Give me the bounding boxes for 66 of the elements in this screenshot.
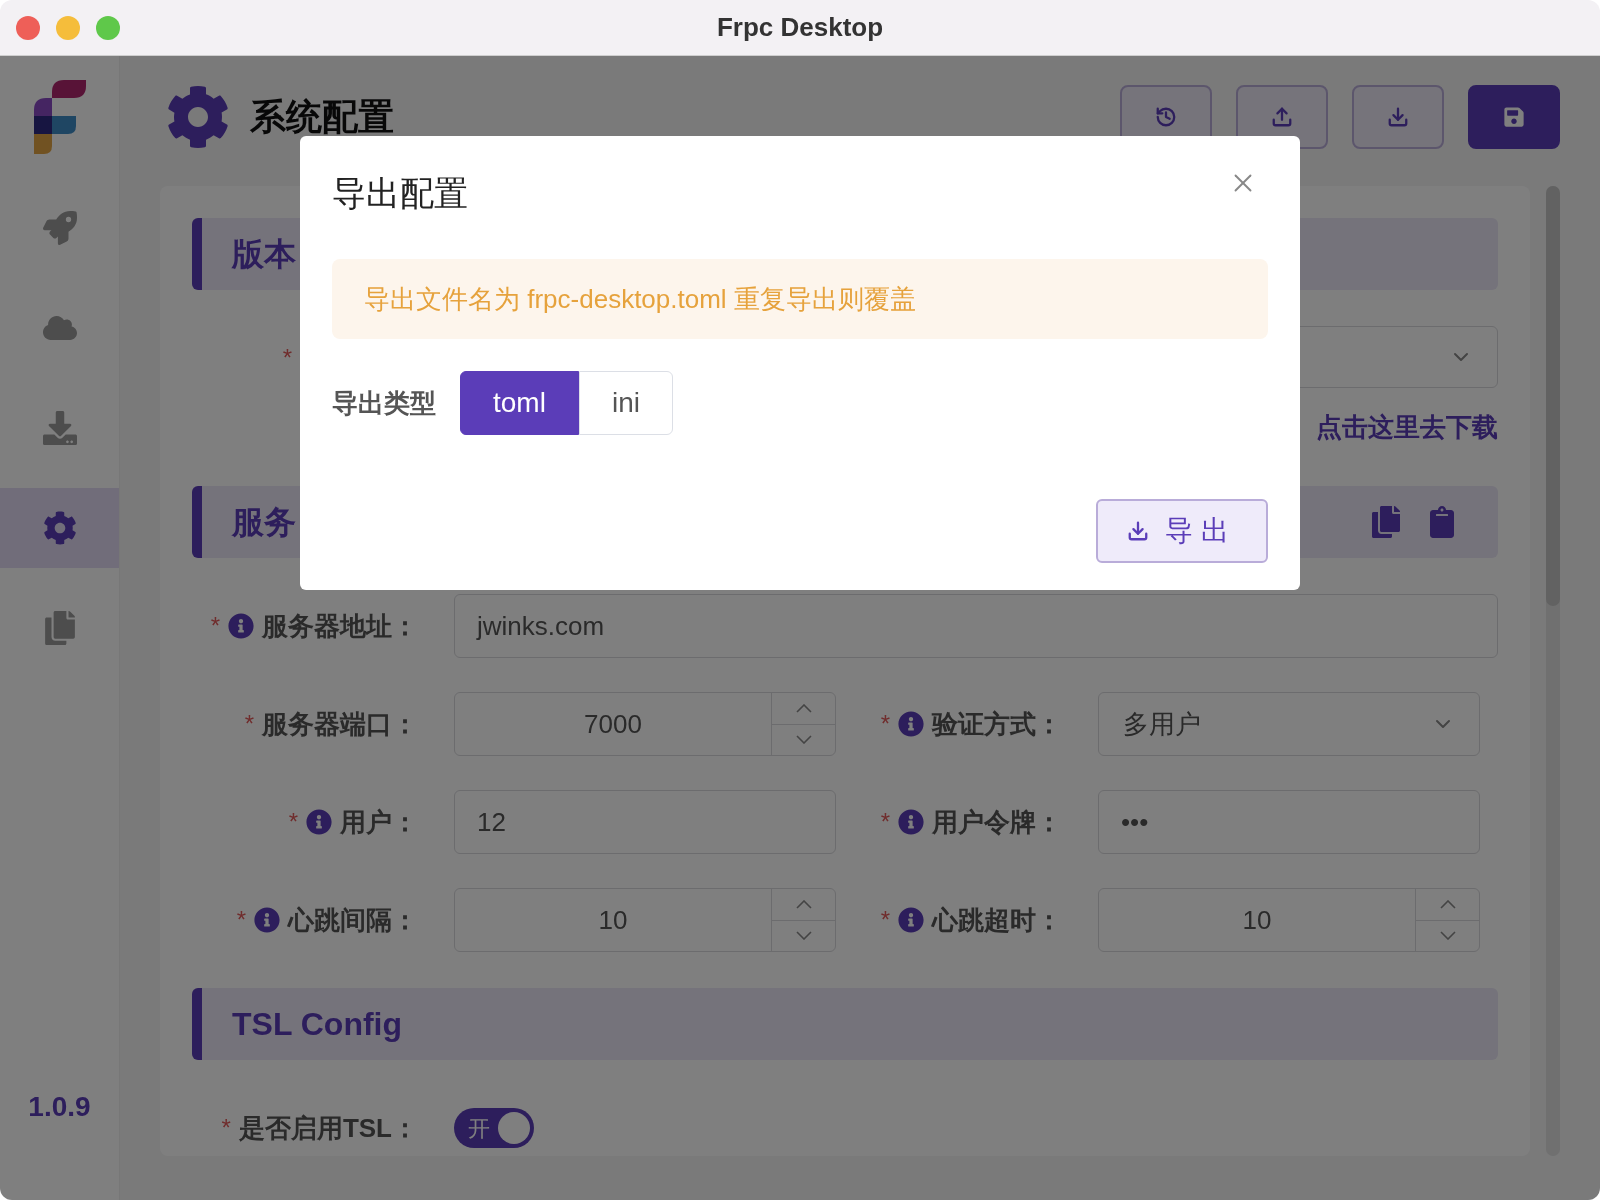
save-icon [1503,106,1525,128]
select-field[interactable]: 多用户 [1098,692,1480,756]
chevron-up-icon [795,899,812,909]
download-icon [1387,106,1409,128]
download-icon [1127,520,1149,542]
number-field[interactable]: 7000 [454,692,836,756]
save-button[interactable] [1468,85,1560,149]
download-button[interactable] [1352,85,1444,149]
sidebar-item[interactable] [0,488,119,568]
text-field[interactable]: 12 [454,790,836,854]
dialog-title: 导出配置 [332,173,468,214]
section-title: TSL Config [232,1005,403,1044]
close-window-button[interactable] [16,16,40,40]
copy-icon[interactable] [1370,506,1402,538]
required-mark: * [288,807,298,837]
required-mark: * [236,905,246,935]
settings-icon [42,511,77,545]
number-value: 7000 [583,707,643,741]
export-button[interactable]: 导出 [1096,499,1268,563]
section-title: 版本 [232,235,296,274]
field-label: 服务器地址： [262,609,418,643]
history-icon [1155,106,1177,128]
field-label: 心跳超时： [932,903,1062,937]
field-label: 服务器端口： [262,707,418,741]
chevron-down-icon [1439,931,1456,941]
section-title: 服务 [232,503,296,542]
chevron-down-icon [795,735,812,745]
required-mark: * [221,1113,231,1143]
notice-text: 导出文件名为 frpc-desktop.toml 重复导出则覆盖 [364,282,916,316]
number-field[interactable]: 10 [1098,888,1480,952]
text-field[interactable]: jwinks.com [454,594,1498,658]
number-value: 10 [1241,903,1273,937]
text-field[interactable]: ••• [1098,790,1480,854]
rocket-icon [42,211,77,245]
export-type-option[interactable]: ini [578,371,673,435]
field-label: 用户： [340,805,418,839]
required-mark: * [244,709,254,739]
version-label: 1.0.9 [28,1090,91,1124]
export-type-label: 导出类型 [332,386,436,420]
window-title: Frpc Desktop [716,11,884,44]
chevron-up-icon [1439,899,1456,909]
minimize-window-button[interactable] [56,16,80,40]
upload-icon [1271,106,1293,128]
required-mark: * [282,344,292,371]
field-label: 用户令牌： [932,805,1062,839]
page-title: 系统配置 [250,95,394,139]
download-icon [42,411,77,445]
settings-icon [166,85,230,149]
app-logo-icon [33,80,86,154]
number-value: 10 [597,903,629,937]
field-label: 心跳间隔： [288,903,418,937]
switch-text: 开 [468,1114,490,1143]
tsl-switch[interactable]: 开 [454,1108,534,1148]
field-label: 验证方式： [932,707,1062,741]
zoom-window-button[interactable] [96,16,120,40]
chevron-down-icon [795,931,812,941]
chevron-up-icon [795,703,812,713]
required-mark: * [210,611,220,641]
download-link[interactable]: 点击这里去下载 [1316,408,1498,447]
export-type-option[interactable]: toml [460,371,579,435]
field-label: 是否启用TSL： [238,1111,418,1145]
files-icon [42,611,77,645]
number-field[interactable]: 10 [454,888,836,952]
required-mark: * [880,905,890,935]
required-mark: * [880,709,890,739]
required-mark: * [880,807,890,837]
